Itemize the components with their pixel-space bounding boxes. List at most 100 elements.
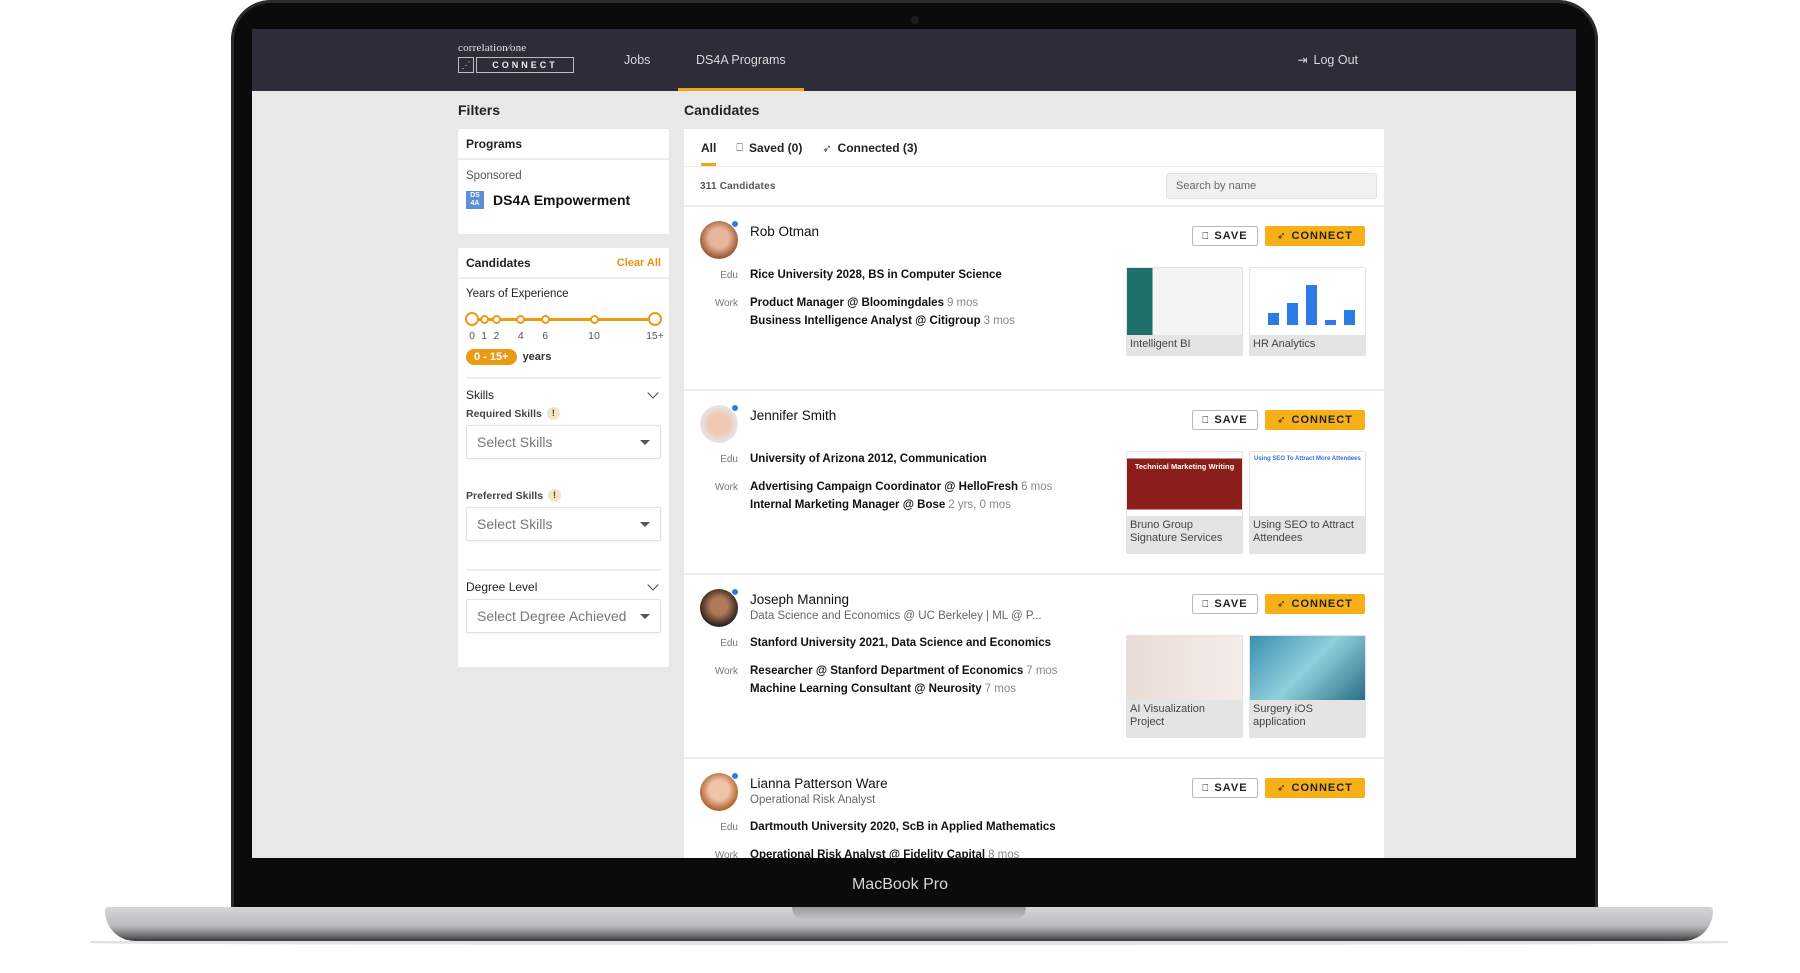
slider-tick-label: 0 (469, 330, 475, 342)
degree-section-toggle[interactable]: Degree Level (458, 571, 669, 594)
connect-button[interactable]: ➶ CONNECT (1265, 226, 1365, 246)
info-icon[interactable]: ! (548, 489, 562, 502)
experience-slider[interactable]: 0 1 2 4 6 10 15+ (465, 308, 664, 342)
sponsored-label: Sponsored (466, 170, 522, 182)
work-entry: Advertising Campaign Coordinator @ Hello… (750, 481, 1052, 493)
tab-connected[interactable]: ➶ Connected (3) (822, 141, 917, 166)
work-duration: 7 mos (984, 683, 1016, 695)
connect-button[interactable]: ➶ CONNECT (1265, 410, 1365, 430)
candidate-name[interactable]: Lianna Patterson Ware (750, 776, 888, 791)
candidate-list: Rob Otman Edu Rice University 2028, BS i… (684, 207, 1384, 858)
range-unit: years (522, 351, 552, 363)
online-indicator (731, 404, 739, 412)
work-list: Product Manager @ Bloomingdales 9 mos Busi… (750, 297, 1015, 333)
work-entry: Researcher @ Stanford Department of Econ… (750, 665, 1058, 677)
project-thumbnail (1250, 636, 1365, 700)
candidates-title: Candidates (684, 102, 760, 118)
program-name: DS4A Empowerment (493, 192, 631, 208)
nav-link-ds4a-programs[interactable]: DS4A Programs (678, 29, 804, 91)
save-button[interactable]: ⎕ SAVE (1192, 226, 1258, 246)
candidates-filter-title: Candidates (466, 256, 531, 270)
candidate-card: Lianna Patterson Ware Operational Risk An… (684, 759, 1384, 858)
edu-label: Edu (720, 638, 738, 649)
project-card[interactable]: AI Visualization Project (1126, 635, 1243, 738)
skills-label: Skills (466, 388, 495, 402)
work-row: Work Researcher @ Stanford Department of… (684, 665, 1058, 701)
slider-handle[interactable] (648, 312, 662, 326)
slider-tick-label: 6 (542, 330, 549, 342)
logo[interactable]: correlation∕one ⋰ CONNECT (458, 42, 574, 73)
caret-down-icon (640, 439, 650, 445)
screen: correlation∕one ⋰ CONNECT Jobs DS4A Prog… (252, 29, 1576, 858)
nav-link-jobs[interactable]: Jobs (624, 29, 650, 91)
programs-panel: Programs Sponsored DS 4A DS4A Empowermen… (458, 129, 669, 234)
work-entry: Machine Learning Consultant @ Neurosity 7… (750, 683, 1058, 695)
save-button[interactable]: ⎕ SAVE (1192, 594, 1258, 614)
thumb-bar (1287, 302, 1298, 325)
programs-header: Programs (458, 129, 669, 160)
work-list: Advertising Campaign Coordinator @ Hello… (750, 481, 1052, 517)
laptop-notch (792, 907, 1026, 921)
candidate-card: Joseph Manning Data Science and Economics… (684, 575, 1384, 759)
save-button[interactable]: ⎕ SAVE (1192, 778, 1258, 798)
work-duration: 3 mos (983, 315, 1015, 327)
online-indicator (731, 588, 739, 596)
slider-tick-label: 15+ (646, 330, 664, 342)
save-label: SAVE (1214, 782, 1248, 794)
caret-down-icon (640, 613, 650, 619)
work-entry: Internal Marketing Manager @ Bose 2 yrs, … (750, 499, 1052, 511)
camera-icon (911, 16, 919, 24)
connect-button[interactable]: ➶ CONNECT (1265, 778, 1365, 798)
education-text: University of Arizona 2012, Communicatio… (750, 453, 987, 465)
project-card[interactable]: Using SEO To Attract More Attendees Usin… (1249, 451, 1366, 554)
required-skills-select[interactable]: Select Skills (466, 425, 661, 459)
bookmark-icon: ⎕ (1202, 782, 1209, 794)
tab-all[interactable]: All (701, 141, 717, 166)
preferred-skills-select[interactable]: Select Skills (466, 507, 661, 541)
project-card[interactable]: HR Analytics (1249, 267, 1366, 356)
slider-handle[interactable] (465, 312, 479, 326)
connect-label: CONNECT (1291, 230, 1353, 242)
project-title: Surgery iOS application (1253, 703, 1313, 728)
project-title: Bruno Group Signature Services (1130, 519, 1223, 544)
bookmark-icon: ⎕ (736, 141, 743, 154)
project-card[interactable]: Surgery iOS application (1249, 635, 1366, 738)
work-entry: Product Manager @ Bloomingdales 9 mos (750, 297, 1015, 309)
project-title: HR Analytics (1253, 338, 1316, 350)
candidate-name[interactable]: Jennifer Smith (750, 408, 836, 423)
laptop-shadow (90, 941, 1728, 945)
save-button[interactable]: ⎕ SAVE (1192, 410, 1258, 430)
edu-label: Edu (720, 822, 738, 833)
education-text: Dartmouth University 2020, ScB in Applie… (750, 821, 1056, 833)
logout-button[interactable]: ⇥ Log Out (1297, 29, 1358, 91)
required-skills-row: Required Skills ! (458, 402, 669, 420)
education-text: Rice University 2028, BS in Computer Sci… (750, 269, 1002, 281)
send-icon: ➶ (1277, 230, 1286, 242)
candidate-card: Rob Otman Edu Rice University 2028, BS i… (684, 207, 1384, 391)
device-label: MacBook Pro (851, 876, 949, 893)
project-card[interactable]: Intelligent BI (1126, 267, 1243, 356)
education-row: Edu University of Arizona 2012, Communic… (684, 453, 987, 465)
project-title: Intelligent BI (1130, 338, 1191, 350)
degree-select[interactable]: Select Degree Achieved (466, 599, 661, 633)
tab-saved[interactable]: ⎕ Saved (0) (736, 141, 802, 166)
candidate-name[interactable]: Rob Otman (750, 224, 819, 239)
candidate-name[interactable]: Joseph Manning (750, 592, 849, 607)
project-thumbnail: Technical Marketing Writing (1127, 452, 1242, 516)
project-card[interactable]: Technical Marketing Writing Bruno Group … (1126, 451, 1243, 554)
degree-placeholder: Select Degree Achieved (477, 608, 627, 624)
slider-tick-label: 1 (481, 330, 488, 342)
connect-label: CONNECT (1291, 782, 1353, 794)
skills-section-toggle[interactable]: Skills (458, 379, 669, 402)
program-item[interactable]: DS 4A DS4A Empowerment (458, 182, 669, 218)
work-label: Work (714, 666, 738, 677)
preferred-skills-placeholder: Select Skills (477, 516, 553, 532)
connect-button[interactable]: ➶ CONNECT (1265, 594, 1365, 614)
clear-all-link[interactable]: Clear All (617, 248, 661, 279)
info-icon[interactable]: ! (546, 407, 560, 420)
range-pill: 0 - 15+ (466, 349, 517, 365)
project-thumbnail: Using SEO To Attract More Attendees (1250, 452, 1365, 516)
search-input[interactable] (1166, 173, 1377, 199)
work-label: Work (714, 298, 738, 309)
send-icon: ➶ (822, 142, 832, 155)
